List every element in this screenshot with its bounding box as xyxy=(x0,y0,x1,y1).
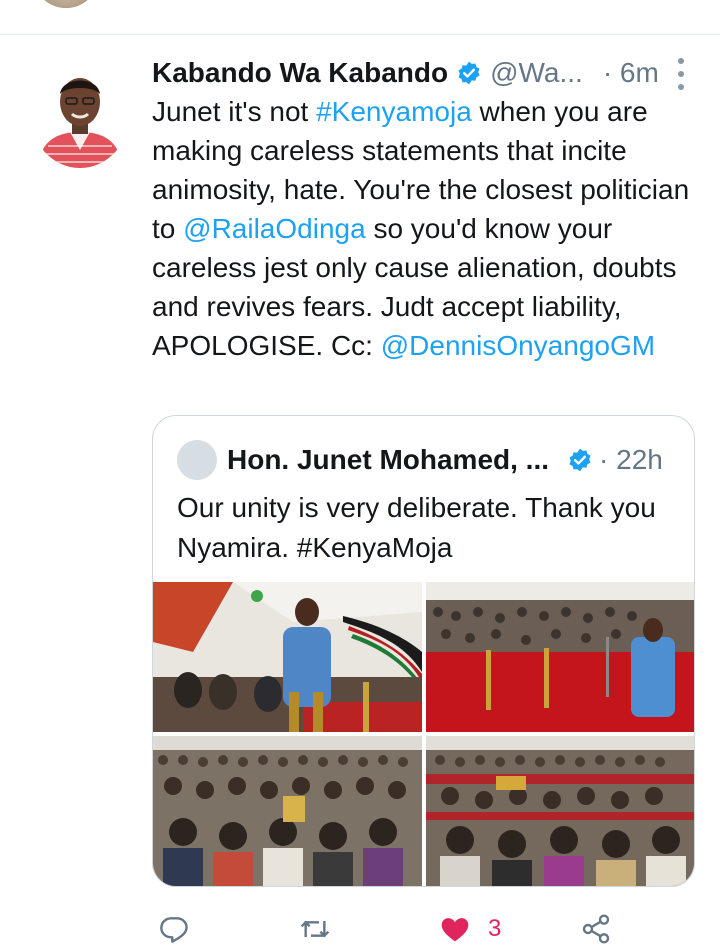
reply-button[interactable] xyxy=(158,912,190,946)
author-avatar[interactable] xyxy=(30,58,130,168)
tweet-divider xyxy=(0,34,720,35)
quoted-tweet-card[interactable]: Hon. Junet Mohamed, ... · 22h Our unity … xyxy=(152,415,695,887)
photo-grid xyxy=(153,582,694,886)
author-name[interactable]: Kabando Wa Kabando xyxy=(152,57,448,89)
verified-badge-icon xyxy=(567,447,593,473)
author-handle[interactable]: @Wa... xyxy=(490,57,583,89)
photo-speaker-podium[interactable] xyxy=(153,582,422,732)
share-icon xyxy=(580,913,612,945)
quoted-tweet-text: Our unity is very deliberate. Thank you … xyxy=(177,492,656,563)
previous-tweet-avatar[interactable] xyxy=(38,0,94,8)
reply-icon xyxy=(158,913,190,945)
tweet-action-bar: 3 xyxy=(152,906,712,946)
quoted-author-name[interactable]: Hon. Junet Mohamed, ... xyxy=(227,444,549,476)
heart-icon xyxy=(438,913,472,945)
mention-link[interactable]: @RailaOdinga xyxy=(183,213,366,244)
quoted-tweet-header: Hon. Junet Mohamed, ... · 22h xyxy=(227,438,687,482)
like-button[interactable]: 3 xyxy=(438,912,501,946)
retweet-icon xyxy=(298,913,332,945)
photo-crowd-red-carpet[interactable] xyxy=(426,582,694,732)
retweet-button[interactable] xyxy=(298,912,332,946)
more-vertical-icon[interactable] xyxy=(676,58,686,90)
tweet-body: Junet it's not #Kenyamoja when you are m… xyxy=(152,92,702,365)
photo-crowd-seated[interactable] xyxy=(153,736,422,886)
share-button[interactable] xyxy=(580,912,612,946)
photo-crowd-red-chairs[interactable] xyxy=(426,736,694,886)
verified-badge-icon xyxy=(456,60,482,86)
quoted-tweet-timestamp[interactable]: · 22h xyxy=(599,444,663,476)
like-count: 3 xyxy=(488,915,502,942)
quoted-author-avatar[interactable] xyxy=(177,440,217,480)
tweet-timestamp[interactable]: · 6m xyxy=(603,57,659,89)
mention-link[interactable]: @DennisOnyangoGM xyxy=(381,330,655,361)
hashtag-link[interactable]: #Kenyamoja xyxy=(316,96,472,127)
tweet-header: Kabando Wa Kabando @Wa... · 6m xyxy=(152,53,692,93)
tweet-text: Junet it's not xyxy=(152,96,317,127)
